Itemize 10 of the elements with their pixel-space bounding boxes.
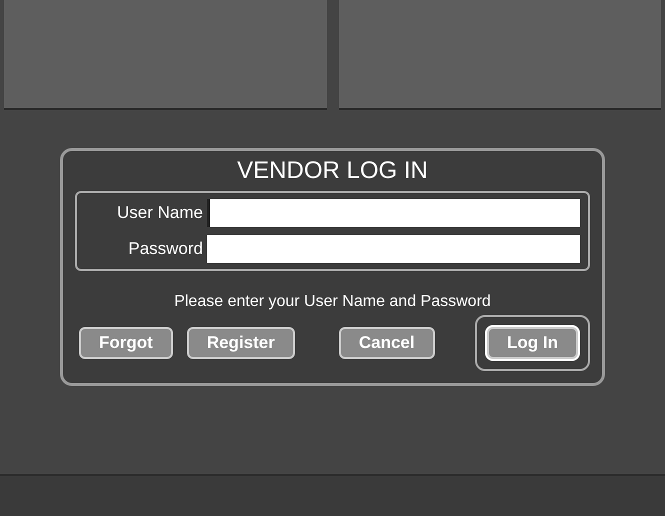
dialog-button[interactable]: Log In — [487, 327, 578, 359]
dialog-button[interactable]: Forgot — [79, 327, 173, 359]
dialog-button[interactable]: Register — [186, 327, 295, 359]
field-label: Password — [127, 239, 203, 259]
dialog-title: VENDOR LOG IN — [236, 157, 429, 185]
input-field[interactable] — [207, 199, 580, 227]
instruction-text: Please enter your User Name and Password — [173, 293, 492, 311]
dialog-button[interactable]: Cancel — [338, 327, 435, 359]
input-field[interactable] — [207, 235, 580, 263]
field-label: User Name — [116, 203, 203, 223]
